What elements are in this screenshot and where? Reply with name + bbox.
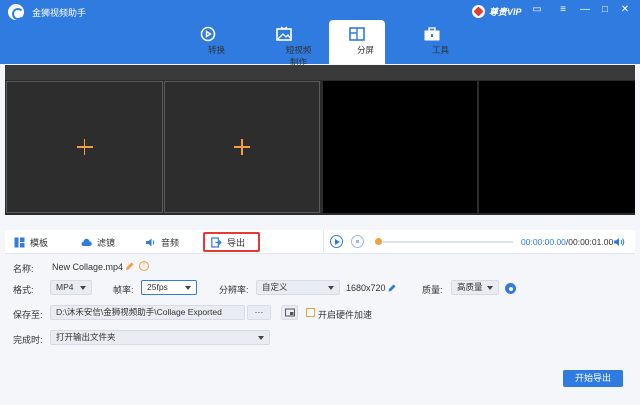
on-complete-select[interactable]: 打开输出文件夹 <box>50 330 270 345</box>
save-path-field[interactable]: D:\沐禾安信\金狮视频助手\Collage Exported <box>50 305 245 320</box>
chevron-down-icon <box>185 286 191 290</box>
format-select[interactable]: MP4 <box>50 280 92 295</box>
preview-top-strip <box>5 65 635 80</box>
framerate-select[interactable]: 25fps <box>141 280 197 295</box>
edit-name-icon[interactable] <box>125 261 135 271</box>
split-cell-right[interactable] <box>164 81 320 213</box>
split-cell-left[interactable] <box>6 81 163 213</box>
play-button[interactable] <box>330 235 343 248</box>
output-name: New Collage.mp4 <box>52 262 124 272</box>
vip-diamond-icon <box>472 4 485 18</box>
template-icon <box>14 237 25 248</box>
timecode-total: /00:00:01.00 <box>565 237 614 247</box>
edit-resolution-icon[interactable] <box>388 283 397 292</box>
feedback-icon[interactable]: ▭ <box>530 3 544 17</box>
output-preview-right <box>479 81 635 213</box>
framerate-value: 25fps <box>147 282 168 292</box>
playback-progress-knob[interactable] <box>375 238 382 245</box>
resolution-select[interactable]: 自定义 <box>256 280 340 295</box>
tab-tools[interactable]: 工具 <box>404 20 460 64</box>
tab-filter[interactable]: 滤镜 <box>81 235 115 249</box>
editor-control-bar: 模板 滤镜 音频 导出 00:00:00.00/00:00:01.00 <box>5 230 635 254</box>
output-preview-left <box>323 81 477 213</box>
convert-icon <box>199 26 217 42</box>
stop-button[interactable] <box>351 235 364 248</box>
close-button[interactable]: ✕ <box>618 3 632 17</box>
audio-icon <box>145 237 156 248</box>
resolution-label: 分辨率: <box>219 285 249 295</box>
menu-icon[interactable]: ≡ <box>556 3 570 17</box>
browse-button[interactable]: ··· <box>247 305 271 320</box>
export-highlight-box <box>203 232 260 252</box>
timecode: 00:00:00.00/00:00:01.00 <box>521 237 613 247</box>
save-path-value: D:\沐禾安信\金狮视频助手\Collage Exported <box>56 307 222 317</box>
name-label: 名称: <box>13 264 34 274</box>
quality-select[interactable]: 高质量 <box>451 280 499 295</box>
format-label: 格式: <box>13 285 34 295</box>
chevron-down-icon <box>80 286 86 290</box>
gear-icon[interactable] <box>505 283 516 294</box>
divider <box>323 230 324 254</box>
image-video-icon <box>275 26 293 42</box>
tab-audio[interactable]: 音频 <box>145 235 179 249</box>
chevron-down-icon <box>328 286 334 290</box>
vip-button[interactable]: 尊贵VIP <box>472 4 522 18</box>
playback-progress-track[interactable] <box>377 241 513 243</box>
info-icon[interactable]: ! <box>139 261 149 271</box>
tab-label: 模板 <box>30 237 49 248</box>
tab-label: 转换 <box>208 45 226 55</box>
tab-convert[interactable]: 转换 <box>180 20 236 64</box>
add-media-plus-icon[interactable] <box>234 139 250 155</box>
hw-accel-label: 开启硬件加速 <box>318 310 373 320</box>
maximize-button[interactable]: □ <box>598 3 612 17</box>
framerate-label: 帧率: <box>113 285 134 295</box>
done-label: 完成时: <box>13 335 43 345</box>
title-bar: 金狮视频助手 尊贵VIP ▭ ≡ — □ ✕ 转换 短视频制作 分屏 工具 <box>0 0 640 67</box>
tab-split-screen[interactable]: 分屏 <box>329 20 385 64</box>
minimize-button[interactable]: — <box>578 3 592 17</box>
preview-area <box>5 65 635 215</box>
filter-cloud-icon <box>81 237 92 248</box>
start-export-button[interactable]: 开始导出 <box>563 370 623 387</box>
hw-accel-checkbox[interactable] <box>306 308 315 317</box>
tab-template[interactable]: 模板 <box>14 235 48 249</box>
add-media-plus-icon[interactable] <box>76 139 93 155</box>
open-folder-button[interactable] <box>281 305 298 320</box>
save-label: 保存至: <box>13 310 43 320</box>
tab-label: 分屏 <box>357 45 375 55</box>
split-screen-icon <box>348 26 366 42</box>
tab-label: 工具 <box>432 45 450 55</box>
on-complete-value: 打开输出文件夹 <box>56 332 116 342</box>
resolution-size: 1680x720 <box>346 283 386 293</box>
toolbox-icon <box>423 26 441 42</box>
vip-label: 尊贵VIP <box>489 6 522 17</box>
format-value: MP4 <box>56 282 74 292</box>
timecode-current: 00:00:00.00 <box>521 237 566 247</box>
chevron-down-icon <box>487 286 493 290</box>
tab-short-video[interactable]: 短视频制作 <box>255 20 313 67</box>
quality-label: 质量: <box>422 285 443 295</box>
tab-label: 音频 <box>161 237 180 248</box>
resolution-value: 自定义 <box>262 282 288 292</box>
tab-label: 滤镜 <box>97 237 116 248</box>
quality-value: 高质量 <box>457 282 483 292</box>
app-title: 金狮视频助手 <box>32 8 87 18</box>
chevron-down-icon <box>258 336 264 340</box>
volume-icon[interactable] <box>613 237 625 247</box>
app-logo-icon <box>8 4 24 20</box>
